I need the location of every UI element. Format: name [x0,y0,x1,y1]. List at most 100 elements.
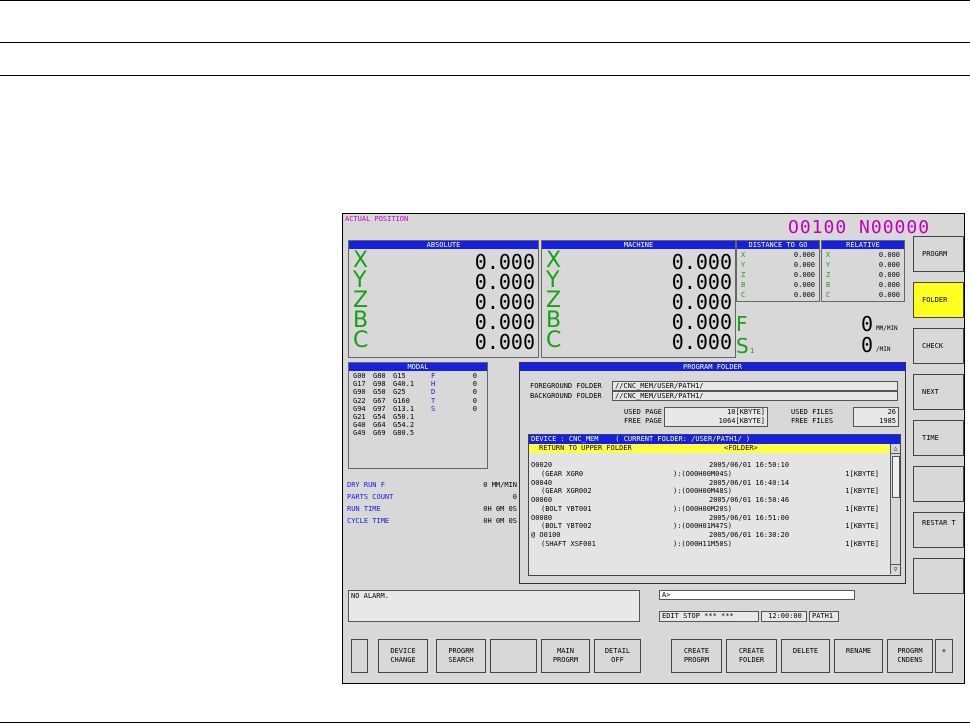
file-row[interactable]: @ O0100 2005/06/01 16:30:20 (SHAFT XSF001)… [529,531,889,549]
background-folder-field: //CNC_MEM/USER/PATH1/ [612,391,898,401]
relative-axis-x: X [826,251,831,259]
relative-panel: RELATIVE X 0.000 Y 0.000 Z 0.000 B 0.000 C 0.000 [821,240,905,302]
soft-key-line1: + [941,647,947,655]
file-size: 1[KBYTE] [845,522,879,530]
scroll-thumb[interactable] [892,456,900,498]
file-list[interactable]: DEVICE : CNC_MEM ( CURRENT FOLDER: /USER… [528,434,901,576]
soft-key-main-progrm[interactable]: MAIN PROGRM [541,639,590,673]
side-key-blank[interactable] [913,466,964,502]
status-label: PARTS COUNT [347,493,394,501]
screen-title: ACTUAL POSITION [345,215,409,223]
relative-value-y: 0.000 [878,261,900,269]
absolute-value-c: 0.000 [474,330,535,354]
bottom-rule [0,722,970,723]
distance-to-go-header: DISTANCE TO GO [737,241,819,249]
side-key-next[interactable]: NEXT [913,374,964,410]
foreground-folder-label: FOREGROUND FOLDER [530,382,602,390]
soft-key-rename[interactable]: RENAME [834,639,883,673]
spindle-unit: /MIN [876,346,891,353]
file-row[interactable]: O0060 2005/06/01 16:50:46 (BOLT YBT001):(O… [529,496,889,514]
distance_to_go-value-b: 0.000 [793,281,815,289]
file-size: 1[KBYTE] [845,504,879,513]
side-key-time[interactable]: TIME [913,420,964,456]
side-key-check[interactable]: CHECK [913,328,964,364]
distance_to_go-value-z: 0.000 [793,271,815,279]
relative-value-c: 0.000 [878,291,900,299]
status-value: 0 MM/MIN [483,481,517,489]
modal-code: G49 [353,429,366,438]
machine-value-x: 0.000 [671,250,732,274]
absolute-value-x: 0.000 [474,250,535,274]
file-row[interactable]: O0080 2005/06/01 16:51:00 (BOLT YBT002):(O… [529,514,889,532]
soft-key-create-folder[interactable]: CREATE FOLDER [726,639,777,673]
soft-key--[interactable]: + [935,639,953,673]
machine-value-z: 0.000 [671,290,732,314]
soft-key-line2: FOLDER [738,656,765,664]
path-indicator: PATH1 [809,611,839,622]
soft-key-blank[interactable] [351,639,368,673]
modal-code: S [431,404,436,413]
side-key-folder[interactable]: FOLDER [913,282,964,318]
return-tag: <FOLDER> [724,444,758,452]
side-key-label: TIME [922,434,939,442]
side-key-blank[interactable] [913,558,964,594]
used-page-label: USED PAGE [624,408,662,416]
absolute-axis-c: C [353,328,369,353]
machine-value-c: 0.000 [671,330,732,354]
machine-axis-c: C [546,328,562,353]
machine-panel: MACHINE X 0.000 Y 0.000 Z 0.000 B 0.000 C 0.000 [541,240,736,358]
soft-key-delete[interactable]: DELETE [781,639,830,673]
file-list-scrollbar[interactable]: △ ▽ [890,444,900,574]
distance_to_go-axis-x: X [741,251,746,259]
free-files-label: FREE FILES [791,417,834,425]
scroll-up-icon[interactable]: △ [891,444,900,454]
absolute-value-b: 0.000 [474,310,535,334]
relative-axis-z: Z [826,271,831,279]
side-key-restar-t[interactable]: RESTAR T [913,512,964,548]
soft-key-line1: DEVICE [390,647,416,655]
soft-key-line1: CREATE [683,647,710,655]
free-page-label: FREE PAGE [624,417,662,425]
spindle-sub: 1 [750,347,755,355]
status-value: 0H 0M 0S [483,505,517,513]
distance_to_go-value-x: 0.000 [793,251,815,259]
relative-axis-c: C [826,291,831,299]
side-key-label: FOLDER [922,296,948,304]
return-to-upper-folder[interactable]: RETURN TO UPPER FOLDER <FOLDER> [529,444,889,453]
machine-value-y: 0.000 [671,270,732,294]
absolute-value-y: 0.000 [474,270,535,294]
file-code: ):(O00H01M47S) [673,522,733,530]
soft-key-line2: SEARCH [448,656,474,664]
soft-key-line1: CREATE [738,647,765,655]
modal-header: MODAL [349,363,487,371]
file-row[interactable]: O0040 2005/06/01 16:40:14 (GEAR XGR002):(O… [529,479,889,497]
soft-key-create-progrm[interactable]: CREATE PROGRM [671,639,722,673]
absolute-header: ABSOLUTE [349,241,538,249]
side-key-label: RESTAR T [922,519,956,527]
distance_to_go-axis-y: Y [741,261,746,269]
relative-axis-y: Y [826,261,831,269]
input-buffer[interactable]: A> [659,590,855,600]
soft-key-device-change[interactable]: DEVICE CHANGE [378,639,428,673]
foreground-folder-field: //CNC_MEM/USER/PATH1/ [612,381,898,391]
soft-key-progrm-search[interactable]: PROGRM SEARCH [436,639,486,673]
soft-key-bar: DEVICE CHANGE PROGRM SEARCH MAIN PROGRM DETAIL… [351,639,961,675]
header-rule-2 [0,75,970,76]
soft-key-blank[interactable] [490,639,537,673]
file-comment: (SHAFT XSF001 [541,539,596,548]
file-comment: (BOLT YBT001 [541,504,592,513]
spindle-value: 0 [861,333,874,357]
file-row[interactable]: O0020 2005/06/01 16:50:10 (GEAR XGR0):(O00… [529,461,889,479]
file-code: ):(O00H00M48S) [673,487,733,495]
distance_to_go-value-y: 0.000 [793,261,815,269]
relative-value-z: 0.000 [878,271,900,279]
soft-key-detail-off[interactable]: DETAIL OFF [594,639,641,673]
scroll-down-icon[interactable]: ▽ [891,564,900,574]
file-comment: (BOLT YBT002 [541,522,592,530]
status-label: RUN TIME [347,505,381,513]
modal-code: G69 [373,429,386,438]
relative-header: RELATIVE [822,241,904,249]
soft-key-progrm-cndens[interactable]: PROGRM CNDENS [887,639,933,673]
side-key-progrm[interactable]: PROGRM [913,236,964,272]
file-size: 1[KBYTE] [845,469,879,478]
